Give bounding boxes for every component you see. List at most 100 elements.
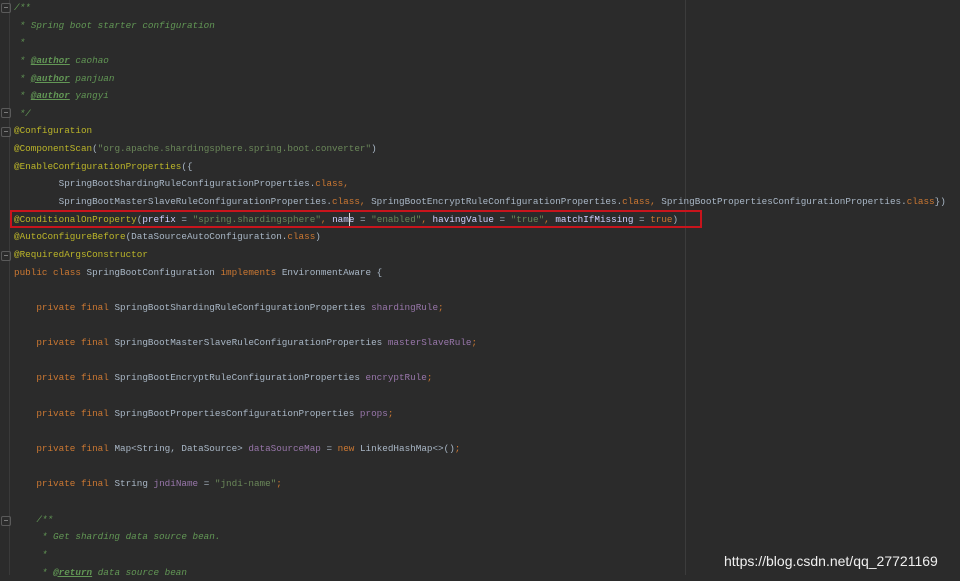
token-plain: SpringBootEncryptRuleConfigurationProper… xyxy=(114,372,365,383)
highlight-box xyxy=(10,210,702,228)
code-line[interactable]: @EnableConfigurationProperties({ xyxy=(14,158,946,176)
fold-end-icon[interactable] xyxy=(1,108,11,118)
token-plain: SpringBootEncryptRuleConfigurationProper… xyxy=(371,196,622,207)
code-line[interactable]: private final Map<String, DataSource> da… xyxy=(14,440,946,458)
token-field: shardingRule xyxy=(371,302,438,313)
code-line[interactable]: @RequiredArgsConstructor xyxy=(14,246,946,264)
code-line[interactable]: private final SpringBootEncryptRuleConfi… xyxy=(14,369,946,387)
code-line[interactable]: /** xyxy=(14,511,946,529)
token-string: "jndi-name" xyxy=(215,478,276,489)
token-plain: SpringBootMasterSlaveRuleConfigurationPr… xyxy=(14,196,332,207)
token-plain: String xyxy=(114,478,153,489)
token-keyword: private final xyxy=(14,443,114,454)
token-plain: }) xyxy=(935,196,946,207)
token-keyword: implements xyxy=(220,267,281,278)
token-plain: ({ xyxy=(181,161,192,172)
token-keyword: ; xyxy=(388,408,394,419)
token-field: encryptRule xyxy=(366,372,427,383)
token-keyword: private final xyxy=(14,337,114,348)
code-line[interactable]: private final SpringBootShardingRuleConf… xyxy=(14,299,946,317)
token-keyword: ; xyxy=(438,302,444,313)
token-tag: @author xyxy=(31,90,70,101)
token-keyword: private final xyxy=(14,478,114,489)
token-comment: * xyxy=(14,90,31,101)
token-annotation: @RequiredArgsConstructor xyxy=(14,249,148,260)
token-plain: (DataSourceAutoConfiguration. xyxy=(126,231,288,242)
token-plain: ) xyxy=(315,231,321,242)
token-field: masterSlaveRule xyxy=(388,337,472,348)
code-editor[interactable]: /** * Spring boot starter configuration … xyxy=(14,0,946,581)
token-keyword: ; xyxy=(472,337,478,348)
token-plain: = xyxy=(321,443,338,454)
token-keyword: , xyxy=(343,178,349,189)
code-line[interactable] xyxy=(14,458,946,476)
code-line[interactable]: * xyxy=(14,34,946,52)
token-keyword: class xyxy=(332,196,360,207)
code-line[interactable]: @Configuration xyxy=(14,122,946,140)
code-line[interactable]: SpringBootShardingRuleConfigurationPrope… xyxy=(14,175,946,193)
token-annotation: @AutoConfigureBefore xyxy=(14,231,126,242)
token-plain: SpringBootShardingRuleConfigurationPrope… xyxy=(114,302,371,313)
token-annotation: @ComponentScan xyxy=(14,143,92,154)
token-keyword: private final xyxy=(14,372,114,383)
token-keyword: class xyxy=(287,231,315,242)
fold-end-icon[interactable] xyxy=(1,251,11,261)
token-keyword: new xyxy=(338,443,360,454)
code-line[interactable]: SpringBootMasterSlaveRuleConfigurationPr… xyxy=(14,193,946,211)
code-line[interactable]: * Get sharding data source bean. xyxy=(14,528,946,546)
code-line[interactable]: */ xyxy=(14,105,946,123)
code-line[interactable]: * @author caohao xyxy=(14,52,946,70)
code-line[interactable] xyxy=(14,281,946,299)
code-line[interactable]: @ComponentScan("org.apache.shardingspher… xyxy=(14,140,946,158)
code-line[interactable] xyxy=(14,352,946,370)
token-comment: data source bean xyxy=(92,567,187,578)
code-line[interactable]: private final SpringBootMasterSlaveRuleC… xyxy=(14,334,946,352)
gutter-divider xyxy=(9,0,10,575)
token-annotation: @Configuration xyxy=(14,125,92,136)
token-keyword: class xyxy=(315,178,343,189)
token-tag: @author xyxy=(31,73,70,84)
code-line[interactable]: private final String jndiName = "jndi-na… xyxy=(14,475,946,493)
token-plain: SpringBootConfiguration xyxy=(87,267,221,278)
code-line[interactable]: private final SpringBootPropertiesConfig… xyxy=(14,405,946,423)
token-keyword: private final xyxy=(14,302,114,313)
token-comment: * xyxy=(14,549,47,560)
token-comment: caohao xyxy=(70,55,109,66)
token-keyword: , xyxy=(360,196,371,207)
token-string: "org.apache.shardingsphere.spring.boot.c… xyxy=(98,143,371,154)
watermark: https://blog.csdn.net/qq_27721169 xyxy=(724,553,938,569)
code-line[interactable]: /** xyxy=(14,0,946,17)
code-line[interactable] xyxy=(14,317,946,335)
token-comment: * xyxy=(14,73,31,84)
token-field: dataSourceMap xyxy=(248,443,321,454)
code-line[interactable] xyxy=(14,493,946,511)
fold-collapse-icon[interactable] xyxy=(1,127,11,137)
token-keyword: ; xyxy=(276,478,282,489)
token-comment: * Get sharding data source bean. xyxy=(14,531,220,542)
token-comment: */ xyxy=(14,108,31,119)
token-comment: * xyxy=(14,37,25,48)
code-line[interactable]: * Spring boot starter configuration xyxy=(14,17,946,35)
token-comment: /** xyxy=(14,514,53,525)
token-keyword: class xyxy=(907,196,935,207)
token-plain: EnvironmentAware { xyxy=(282,267,382,278)
token-keyword: public class xyxy=(14,267,87,278)
fold-collapse-icon[interactable] xyxy=(1,3,11,13)
token-field: props xyxy=(360,408,388,419)
token-comment: * xyxy=(14,55,31,66)
token-comment: * Spring boot starter configuration xyxy=(14,20,215,31)
code-line[interactable]: public class SpringBootConfiguration imp… xyxy=(14,264,946,282)
fold-collapse-icon[interactable] xyxy=(1,516,11,526)
token-plain: = xyxy=(198,478,215,489)
token-keyword: class xyxy=(622,196,650,207)
token-plain: SpringBootPropertiesConfigurationPropert… xyxy=(114,408,359,419)
code-line[interactable]: * @author yangyi xyxy=(14,87,946,105)
code-line[interactable] xyxy=(14,387,946,405)
code-line[interactable]: @AutoConfigureBefore(DataSourceAutoConfi… xyxy=(14,228,946,246)
code-line[interactable] xyxy=(14,422,946,440)
token-keyword: , xyxy=(650,196,661,207)
code-line[interactable]: * @author panjuan xyxy=(14,70,946,88)
token-plain: ) xyxy=(371,143,377,154)
token-plain: LinkedHashMap<>() xyxy=(360,443,455,454)
token-tag: @return xyxy=(53,567,92,578)
